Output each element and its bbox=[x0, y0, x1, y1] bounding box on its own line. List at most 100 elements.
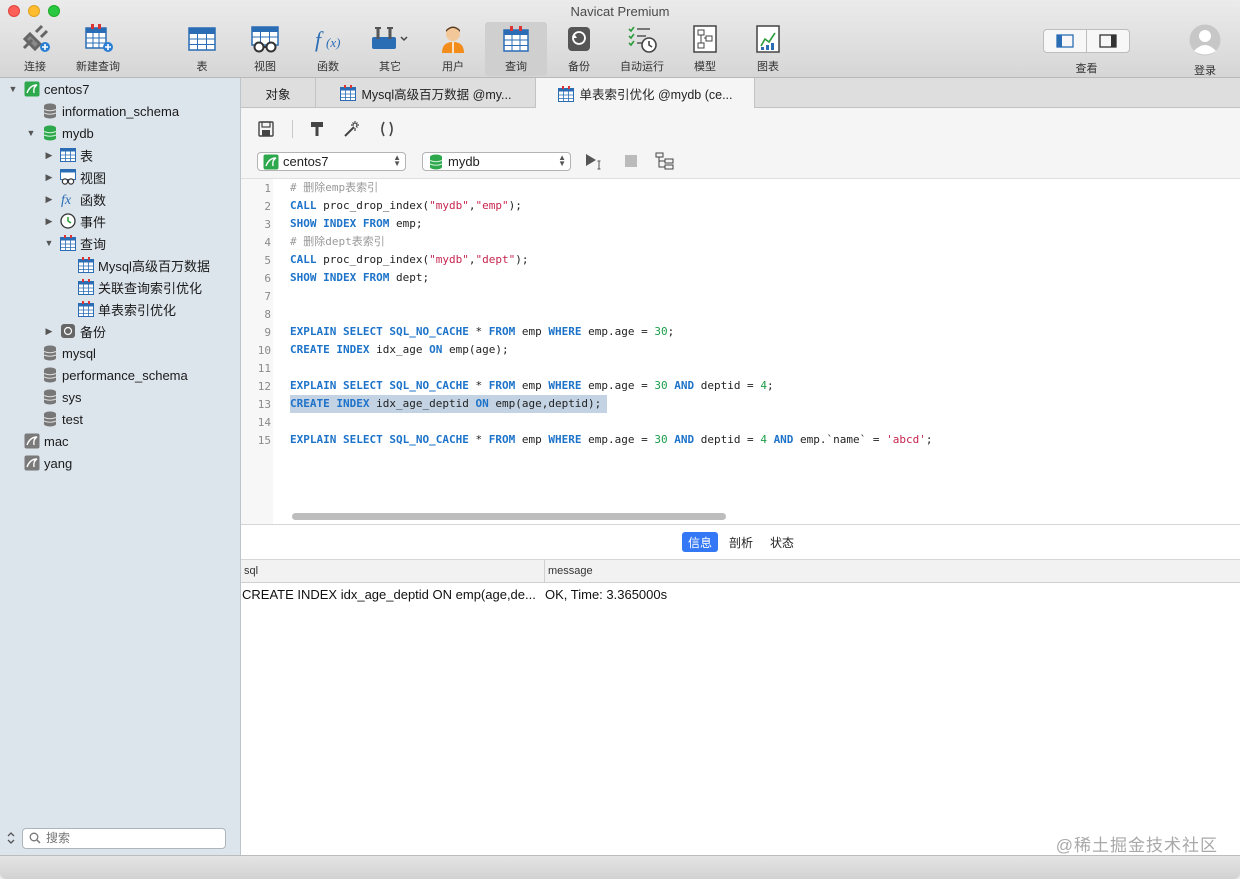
tree-item-yang[interactable]: ▶ yang bbox=[8, 452, 72, 474]
collapse-triangle-icon[interactable]: ▶ bbox=[44, 150, 54, 160]
code-line: EXPLAIN SELECT SQL_NO_CACHE * FROM emp W… bbox=[290, 379, 774, 392]
user-button[interactable]: 用户 bbox=[422, 22, 484, 76]
show-sidebar-button[interactable] bbox=[1044, 30, 1086, 52]
sort-updown-icon[interactable] bbox=[6, 831, 16, 845]
expand-triangle-icon[interactable]: ▼ bbox=[8, 84, 18, 94]
tree-item-tables[interactable]: ▶ 表 bbox=[44, 144, 93, 166]
collapse-triangle-icon[interactable]: ▶ bbox=[44, 194, 54, 204]
title-toolbar: Navicat Premium 连接 新建查询 表 视图 f (x) 函数 其它 … bbox=[0, 0, 1240, 78]
select-arrows-icon: ▲ ▼ bbox=[393, 153, 401, 168]
tree-item-queries[interactable]: ▼ 查询 bbox=[44, 232, 106, 254]
tree-item-query-3[interactable]: ▶ 单表索引优化 bbox=[62, 298, 176, 320]
function-icon: fx bbox=[61, 193, 72, 207]
tree-item-mydb[interactable]: ▼ mydb bbox=[26, 122, 94, 144]
editor-toolbar: centos7 ▲ ▼ mydb ▲ ▼ bbox=[241, 108, 1240, 178]
table-cell-message[interactable]: OK, Time: 3.365000s bbox=[545, 587, 667, 602]
collapse-triangle-icon[interactable]: ▶ bbox=[44, 172, 54, 182]
login-button[interactable]: 登录 bbox=[1184, 24, 1226, 78]
tree-item-mac[interactable]: ▶ mac bbox=[8, 430, 69, 452]
search-icon bbox=[29, 832, 41, 844]
user-icon bbox=[442, 26, 464, 53]
tree-item-query-1[interactable]: ▶ Mysql高级百万数据 bbox=[62, 254, 210, 276]
backup-button[interactable]: 备份 bbox=[548, 22, 610, 76]
connection-select[interactable]: centos7 ▲ ▼ bbox=[257, 152, 406, 171]
tree-item-views[interactable]: ▶ 视图 bbox=[44, 166, 106, 188]
mysql-connection-icon bbox=[24, 455, 40, 471]
code-line: CALL proc_drop_index("mydb","emp"); bbox=[290, 199, 522, 212]
search-input[interactable] bbox=[46, 831, 216, 845]
collapse-triangle-icon[interactable]: ▶ bbox=[44, 326, 54, 336]
status-bar bbox=[0, 855, 1240, 879]
tab-status[interactable]: 状态 bbox=[764, 532, 800, 552]
code-line: SHOW INDEX FROM emp; bbox=[290, 217, 423, 230]
chart-button[interactable]: 图表 bbox=[737, 22, 799, 76]
navicat-window: Navicat Premium 连接 新建查询 表 视图 f (x) 函数 其它 … bbox=[0, 0, 1240, 879]
sql-editor[interactable]: 1 2 3 4 5 6 7 8 9 10 11 12 13 14 15 # 删除… bbox=[241, 178, 1240, 525]
tree-item-sys[interactable]: ▶ sys bbox=[26, 386, 82, 408]
tab-info[interactable]: 信息 bbox=[682, 532, 719, 552]
tab-query-mysql-million-data[interactable]: Mysql高级百万数据 @my... bbox=[316, 78, 536, 108]
tree-item-centos7[interactable]: ▼ centos7 bbox=[8, 78, 90, 100]
database-icon bbox=[429, 154, 443, 169]
explain-button[interactable] bbox=[654, 150, 676, 172]
function-button[interactable]: f (x) 函数 bbox=[297, 22, 359, 76]
stop-button[interactable] bbox=[620, 150, 642, 172]
query-icon bbox=[78, 301, 94, 317]
save-button[interactable] bbox=[255, 118, 277, 140]
tab-query-single-table-index[interactable]: 单表索引优化 @mydb (ce... bbox=[536, 78, 755, 109]
tree-item-backups[interactable]: ▶ 备份 bbox=[44, 320, 106, 342]
tree-item-mysql[interactable]: ▶ mysql bbox=[26, 342, 96, 364]
database-icon bbox=[43, 125, 57, 141]
auto-run-button[interactable]: 自动运行 bbox=[611, 22, 673, 76]
save-icon bbox=[258, 121, 274, 137]
collapse-triangle-icon[interactable]: ▶ bbox=[44, 216, 54, 226]
model-icon bbox=[693, 25, 717, 53]
connect-button[interactable]: 连接 bbox=[4, 22, 66, 76]
view-toggle bbox=[1043, 29, 1130, 53]
tree-item-query-2[interactable]: ▶ 关联查询索引优化 bbox=[62, 276, 202, 298]
code-line: CREATE INDEX idx_age_deptid ON emp(age,d… bbox=[290, 395, 608, 413]
expand-triangle-icon[interactable]: ▼ bbox=[44, 238, 54, 248]
play-cursor-icon bbox=[586, 154, 601, 170]
mysql-connection-icon bbox=[24, 433, 40, 449]
database-icon bbox=[43, 367, 57, 383]
tree-item-events[interactable]: ▶ 事件 bbox=[44, 210, 106, 232]
code-snippet-button[interactable] bbox=[376, 118, 398, 140]
query-builder-button[interactable] bbox=[306, 118, 328, 140]
tab-bar: 对象 Mysql高级百万数据 @my... 单表索引优化 @mydb (ce..… bbox=[241, 78, 1240, 109]
show-info-panel-button[interactable] bbox=[1086, 30, 1129, 52]
query-icon bbox=[503, 26, 529, 52]
table-cell-sql[interactable]: CREATE INDEX idx_age_deptid ON emp(age,d… bbox=[242, 587, 536, 602]
new-query-button[interactable]: 新建查询 bbox=[67, 22, 129, 76]
table-button[interactable]: 表 bbox=[171, 22, 233, 76]
run-button[interactable] bbox=[584, 150, 606, 172]
column-header-message[interactable]: message bbox=[544, 560, 1240, 583]
tree-item-performance-schema[interactable]: ▶ performance_schema bbox=[26, 364, 188, 386]
navigation-sidebar: ▼ centos7 ▶ information_schema ▼ mydb ▶ … bbox=[0, 78, 241, 855]
view-button[interactable]: 视图 bbox=[234, 22, 296, 76]
code-line: SHOW INDEX FROM dept; bbox=[290, 271, 430, 284]
model-button[interactable]: 模型 bbox=[674, 22, 736, 76]
tree-item-information-schema[interactable]: ▶ information_schema bbox=[26, 100, 179, 122]
column-header-sql[interactable]: sql bbox=[241, 560, 544, 583]
tree-item-test[interactable]: ▶ test bbox=[26, 408, 83, 430]
expand-triangle-icon[interactable]: ▼ bbox=[26, 128, 36, 138]
avatar-icon bbox=[1189, 24, 1221, 56]
right-panel-icon bbox=[1099, 34, 1117, 48]
other-button[interactable]: 其它 bbox=[359, 22, 421, 76]
horizontal-scrollbar[interactable] bbox=[292, 513, 726, 520]
database-select[interactable]: mydb ▲ ▼ bbox=[422, 152, 571, 171]
database-icon bbox=[43, 345, 57, 361]
parentheses-icon bbox=[381, 121, 393, 137]
tree-item-functions[interactable]: ▶ fx 函数 bbox=[44, 188, 106, 210]
database-icon bbox=[43, 103, 57, 119]
hammer-icon bbox=[311, 122, 323, 136]
beautify-sql-button[interactable] bbox=[341, 118, 363, 140]
clock-icon bbox=[60, 213, 76, 229]
tab-profile[interactable]: 剖析 bbox=[723, 532, 759, 552]
tab-objects[interactable]: 对象 bbox=[241, 78, 316, 108]
svg-text:f: f bbox=[315, 27, 324, 52]
query-icon bbox=[60, 235, 76, 251]
query-button[interactable]: 查询 bbox=[485, 22, 547, 76]
toolbar-separator bbox=[292, 120, 293, 138]
